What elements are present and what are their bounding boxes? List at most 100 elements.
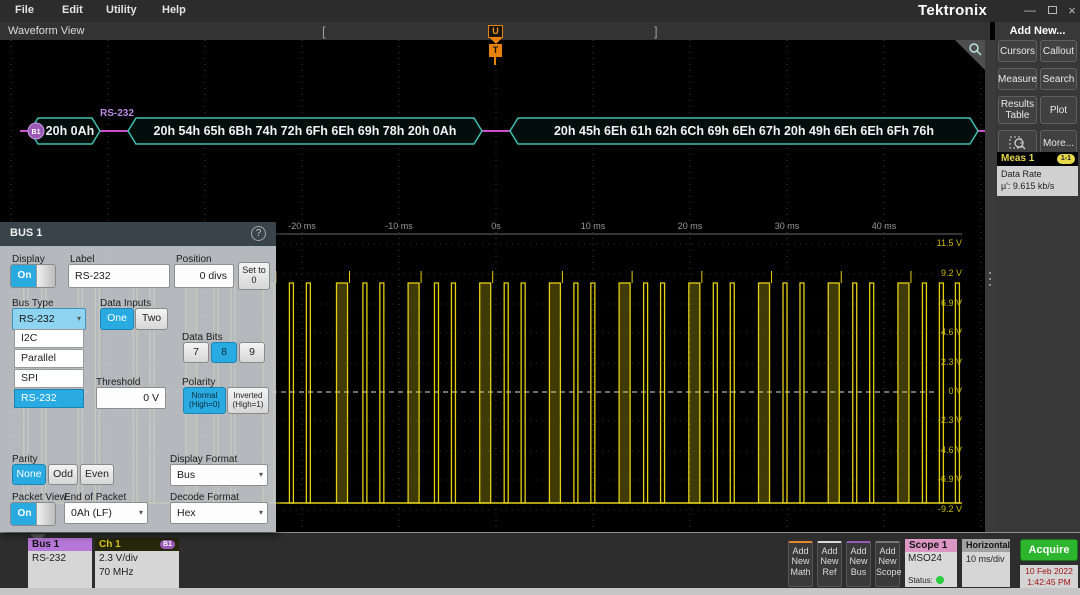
- threshold-input[interactable]: 0 V: [96, 387, 166, 409]
- measure-button[interactable]: Measure: [998, 68, 1037, 90]
- meas1-badge[interactable]: Meas 1 1-1: [997, 152, 1078, 166]
- chevron-down-icon: ▾: [259, 503, 263, 523]
- trigger-user-marker[interactable]: U: [488, 25, 503, 38]
- time-tick-label: 30 ms: [775, 221, 800, 231]
- bus-packet-1-value: 20h 0Ah: [46, 124, 95, 138]
- restore-icon[interactable]: [1044, 3, 1060, 17]
- voltage-tick-label: -2.3 V: [922, 415, 962, 425]
- bus-type-option-parallel[interactable]: Parallel: [14, 349, 84, 368]
- label-input[interactable]: RS-232: [68, 264, 170, 288]
- ch1-badge[interactable]: Ch 1 B1 2.3 V/div 70 MHz: [95, 538, 179, 589]
- voltage-tick-label: -4.6 V: [922, 445, 962, 455]
- settings-bar: Bus 1 RS-232 Ch 1 B1 2.3 V/div 70 MHz Ad…: [0, 532, 1080, 588]
- bus1-badge[interactable]: Bus 1 RS-232: [28, 538, 92, 589]
- data-bits-8-button[interactable]: 8: [211, 342, 237, 363]
- acquire-button[interactable]: Acquire: [1020, 539, 1078, 561]
- meas1-name: Data Rate: [1001, 168, 1074, 180]
- bus-type-option-spi[interactable]: SPI: [14, 369, 84, 388]
- menu-bar: File Edit Utility Help Tektronix — ×: [0, 0, 1080, 22]
- set-to-zero-button[interactable]: Set to 0: [238, 262, 270, 290]
- data-bits-9-button[interactable]: 9: [239, 342, 265, 363]
- zoom-bracket-left-icon: [: [322, 24, 326, 39]
- position-input[interactable]: 0 divs: [174, 264, 234, 288]
- polarity-inverted-button[interactable]: Inverted (High=1): [227, 387, 269, 414]
- add-new-header: Add New...: [995, 25, 1080, 37]
- add-new-bus-button[interactable]: Add New Bus: [846, 541, 871, 587]
- bus-type-dropdown[interactable]: RS-232 ▾: [12, 308, 86, 330]
- bus-track-label: RS-232: [100, 108, 134, 119]
- minimize-icon[interactable]: —: [1022, 3, 1038, 17]
- ch1-bus-pill: B1: [160, 540, 175, 549]
- bus-type-option-rs232[interactable]: RS-232: [14, 389, 84, 408]
- voltage-tick-label: -9.2 V: [922, 504, 962, 514]
- data-inputs-two-button[interactable]: Two: [135, 308, 168, 330]
- bus1-badge-body: RS-232: [28, 551, 92, 589]
- display-format-dropdown[interactable]: Bus ▾: [170, 464, 268, 486]
- end-of-packet-dropdown[interactable]: 0Ah (LF) ▾: [64, 502, 148, 524]
- datetime-display: 10 Feb 2022 1:42:45 PM: [1020, 565, 1078, 589]
- packet-view-toggle-on: On: [11, 503, 38, 525]
- bus1-config-dialog: BUS 1 ? Display On Label RS-232 Position…: [0, 222, 276, 532]
- voltage-tick-label: 2.3 V: [922, 357, 962, 367]
- parity-none-button[interactable]: None: [12, 464, 46, 485]
- trigger-indicator[interactable]: T: [489, 44, 502, 57]
- time-tick-label: -10 ms: [385, 221, 413, 231]
- zoom-bracket-right-icon: ]: [654, 24, 658, 39]
- ch1-scale: 2.3 V/div: [99, 552, 175, 566]
- parity-odd-button[interactable]: Odd: [48, 464, 78, 485]
- horizontal-badge-body: 10 ms/div: [962, 552, 1010, 587]
- dialog-title: BUS 1: [10, 227, 42, 239]
- menu-help[interactable]: Help: [162, 4, 186, 16]
- scope1-badge-title: Scope 1: [905, 539, 957, 552]
- dialog-header[interactable]: BUS 1 ?: [0, 222, 276, 246]
- horizontal-badge[interactable]: Horizontal 10 ms/div: [962, 539, 1010, 587]
- tab-waveform-view[interactable]: Waveform View: [8, 25, 84, 37]
- bus1-badge-title: Bus 1: [28, 538, 92, 551]
- date-text: 10 Feb 2022: [1020, 566, 1078, 577]
- plot-button[interactable]: Plot: [1040, 96, 1077, 124]
- chevron-down-icon: ▾: [77, 309, 81, 329]
- time-tick-label: 10 ms: [581, 221, 606, 231]
- tektronix-logo: Tektronix: [918, 2, 987, 19]
- ch1-badge-title: Ch 1: [99, 538, 121, 551]
- horizontal-badge-title: Horizontal: [962, 539, 1010, 552]
- packet-view-toggle[interactable]: On: [10, 502, 56, 526]
- bus-packet-3-value: 20h 45h 6Eh 61h 62h 6Ch 69h 6Eh 67h 20h …: [554, 124, 934, 138]
- meas1-result: Data Rate µ': 9.615 kb/s: [997, 166, 1078, 196]
- display-format-value: Bus: [177, 469, 195, 481]
- callout-button[interactable]: Callout: [1040, 40, 1077, 62]
- bus-type-option-i2c[interactable]: I2C: [14, 329, 84, 348]
- decode-format-value: Hex: [177, 507, 196, 519]
- window-frame: [0, 588, 1080, 595]
- display-toggle[interactable]: On: [10, 264, 56, 288]
- end-of-packet-value: 0Ah (LF): [71, 507, 112, 519]
- decode-format-dropdown[interactable]: Hex ▾: [170, 502, 268, 524]
- voltage-tick-label: -6.9 V: [922, 474, 962, 484]
- voltage-tick-label: 0 V: [922, 386, 962, 396]
- menu-utility[interactable]: Utility: [106, 4, 137, 16]
- add-new-math-button[interactable]: Add New Math: [788, 541, 813, 587]
- data-bits-7-button[interactable]: 7: [183, 342, 209, 363]
- menu-edit[interactable]: Edit: [62, 4, 83, 16]
- toggle-knob: [36, 503, 55, 525]
- ch1-bandwidth: 70 MHz: [99, 566, 175, 580]
- cursors-button[interactable]: Cursors: [998, 40, 1037, 62]
- close-icon[interactable]: ×: [1064, 3, 1080, 18]
- results-table-button[interactable]: Results Table: [998, 96, 1037, 124]
- meas1-title: Meas 1: [1001, 153, 1034, 164]
- data-inputs-one-button[interactable]: One: [100, 308, 134, 330]
- voltage-tick-label: 11.5 V: [922, 238, 962, 248]
- meas1-value: µ': 9.615 kb/s: [1001, 180, 1074, 192]
- search-button[interactable]: Search: [1040, 68, 1077, 90]
- trigger-pin: [494, 57, 496, 65]
- help-icon[interactable]: ?: [251, 226, 266, 241]
- panel-splitter-handle[interactable]: [985, 40, 995, 532]
- magnifier-icon: [968, 42, 982, 56]
- voltage-tick-label: 9.2 V: [922, 268, 962, 278]
- scope1-badge[interactable]: Scope 1 MSO24 Status:: [905, 539, 957, 587]
- add-new-scope-button[interactable]: Add New Scope: [875, 541, 900, 587]
- add-new-ref-button[interactable]: Add New Ref: [817, 541, 842, 587]
- parity-even-button[interactable]: Even: [80, 464, 114, 485]
- polarity-normal-button[interactable]: Normal (High=0): [183, 387, 226, 414]
- menu-file[interactable]: File: [15, 4, 34, 16]
